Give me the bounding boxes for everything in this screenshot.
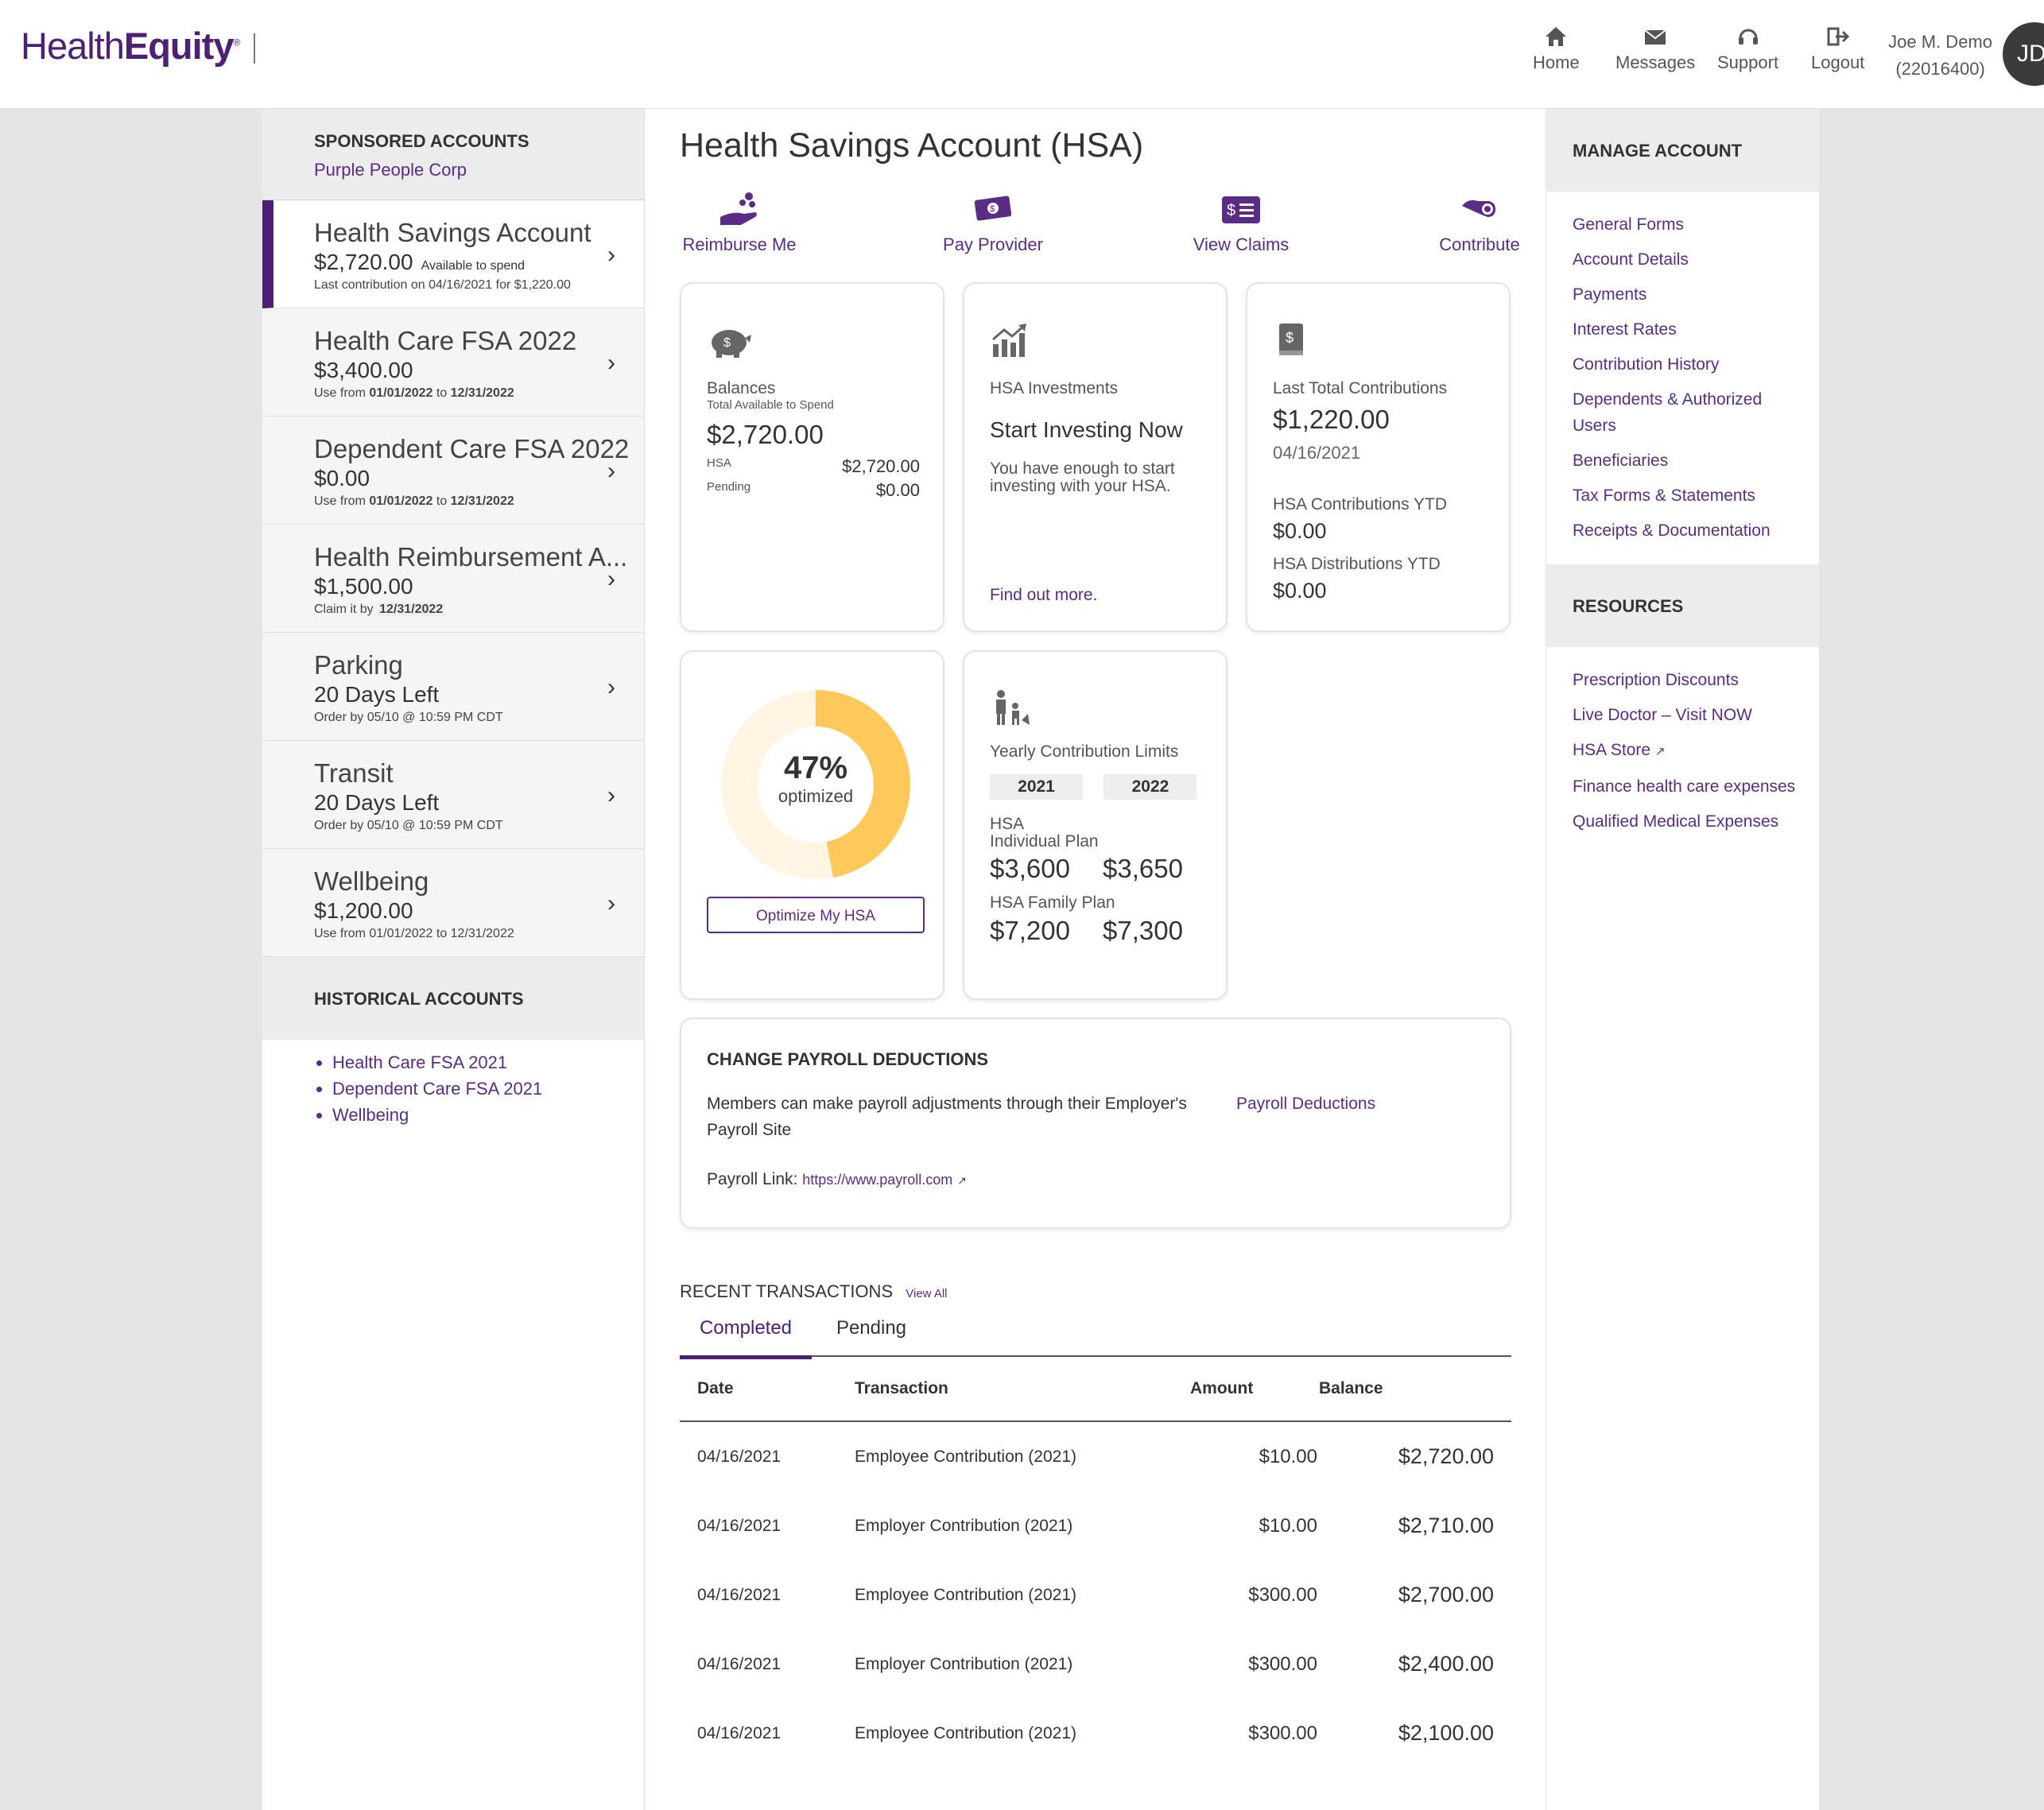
- top-header: HealthEquity® Home Messages Support Logo…: [0, 0, 2044, 109]
- nav-logout[interactable]: Logout: [1811, 25, 1864, 73]
- account-item-hsa[interactable]: Health Savings Account $2,720.00 Availabl…: [262, 200, 644, 308]
- growth-chart-icon: [992, 324, 1026, 357]
- ledger-book-icon: $: [1279, 324, 1303, 355]
- resource-link[interactable]: Finance health care expenses: [1573, 773, 1819, 800]
- optimize-my-hsa-button[interactable]: Optimize My HSA: [707, 897, 925, 933]
- svg-text:$: $: [990, 204, 995, 214]
- external-link-icon: ↗: [1654, 745, 1666, 758]
- svg-text:$: $: [1286, 330, 1293, 346]
- chevron-right-icon: ›: [607, 782, 615, 808]
- account-item-wellbeing[interactable]: Wellbeing $1,200.00 Use from 01/01/2022 …: [262, 849, 644, 957]
- account-item-hcfsa-2022[interactable]: Health Care FSA 2022 $3,400.00 Use from …: [262, 308, 644, 417]
- balances-card[interactable]: $ Balances Total Available to Spend $2,7…: [680, 282, 944, 632]
- nav-messages[interactable]: Messages: [1615, 25, 1695, 73]
- user-info[interactable]: Joe M. Demo (22016400): [1888, 29, 1992, 83]
- claims-icon: $: [1222, 196, 1260, 223]
- resource-links: Prescription Discounts Live Doctor – Vis…: [1546, 647, 1819, 855]
- table-row[interactable]: 04/16/2021 Employee Contribution (2021) …: [680, 1699, 1511, 1768]
- contributions-card[interactable]: $ Last Total Contributions $1,220.00 04/…: [1246, 282, 1511, 632]
- optimized-percent: 47%: [783, 750, 848, 785]
- payroll-url-link[interactable]: https://www.payroll.com: [802, 1172, 952, 1188]
- chevron-right-icon: ›: [607, 350, 615, 376]
- manage-link[interactable]: Payments: [1573, 281, 1819, 308]
- historical-item[interactable]: Health Care FSA 2021: [332, 1049, 644, 1076]
- account-item-hra[interactable]: Health Reimbursement A... $1,500.00 Clai…: [262, 525, 644, 633]
- view-claims-button[interactable]: $ View Claims: [1181, 190, 1301, 255]
- resource-link[interactable]: Qualified Medical Expenses: [1573, 808, 1819, 835]
- chevron-right-icon: ›: [607, 890, 615, 917]
- chevron-right-icon: ›: [607, 242, 615, 268]
- accounts-sidebar: SPONSORED ACCOUNTS Purple People Corp He…: [262, 109, 645, 1810]
- account-item-parking[interactable]: Parking 20 Days Left Order by 05/10 @ 10…: [262, 633, 644, 741]
- manage-link[interactable]: General Forms: [1573, 211, 1819, 238]
- nav-home[interactable]: Home: [1533, 25, 1580, 73]
- chevron-right-icon: ›: [607, 674, 615, 700]
- chevron-right-icon: ›: [607, 458, 615, 484]
- payroll-deductions-card: CHANGE PAYROLL DEDUCTIONS Members can ma…: [680, 1017, 1511, 1229]
- reimburse-icon: [720, 192, 757, 225]
- account-item-dcfsa-2022[interactable]: Dependent Care FSA 2022 $0.00 Use from 0…: [262, 417, 644, 525]
- home-icon: [1546, 27, 1567, 46]
- sponsored-accounts-header: SPONSORED ACCOUNTS Purple People Corp: [262, 109, 644, 200]
- recent-transactions-title: RECENT TRANSACTIONS View All: [680, 1281, 948, 1301]
- year-2021: 2021: [990, 774, 1083, 800]
- view-all-link[interactable]: View All: [906, 1287, 947, 1300]
- logout-icon: [1827, 27, 1849, 46]
- year-2022: 2022: [1103, 774, 1197, 800]
- chevron-right-icon: ›: [607, 566, 615, 592]
- main-content: Health Savings Account (HSA) Reimburse M…: [645, 109, 1546, 1810]
- logo-divider: [254, 33, 255, 64]
- employer-name[interactable]: Purple People Corp: [314, 160, 644, 180]
- nav-support[interactable]: Support: [1717, 25, 1778, 73]
- table-row[interactable]: 04/16/2021 Employer Contribution (2021) …: [680, 1630, 1511, 1699]
- family-icon: [996, 690, 1030, 725]
- manage-account-panel: MANAGE ACCOUNT General Forms Account Det…: [1546, 109, 1819, 1810]
- manage-link[interactable]: Receipts & Documentation: [1573, 517, 1819, 544]
- transactions-tabs: Completed Pending: [680, 1317, 1511, 1359]
- table-row[interactable]: 04/16/2021 Employer Contribution (2021) …: [680, 1491, 1511, 1560]
- transactions-table: Date Transaction Amount Balance 04/16/20…: [680, 1357, 1511, 1768]
- manage-links: General Forms Account Details Payments I…: [1546, 192, 1819, 564]
- contribution-limits-card[interactable]: Yearly Contribution Limits 2021 2022 HSA…: [963, 650, 1228, 1000]
- manage-account-header: MANAGE ACCOUNT: [1546, 109, 1819, 192]
- piggy-bank-icon: $: [712, 330, 751, 358]
- manage-link[interactable]: Beneficiaries: [1573, 448, 1819, 474]
- healthequity-logo[interactable]: HealthEquity®: [21, 24, 255, 68]
- find-out-more-link[interactable]: Find out more.: [990, 586, 1097, 605]
- svg-text:$: $: [1227, 202, 1235, 219]
- tab-pending[interactable]: Pending: [812, 1317, 931, 1355]
- manage-link[interactable]: Contribution History: [1573, 351, 1819, 378]
- optimize-card[interactable]: 47% optimized Optimize My HSA: [680, 650, 944, 1000]
- investments-card[interactable]: HSA Investments Start Investing Now You …: [963, 282, 1228, 632]
- table-row[interactable]: 04/16/2021 Employee Contribution (2021) …: [680, 1560, 1511, 1630]
- reimburse-me-button[interactable]: Reimburse Me: [680, 190, 799, 255]
- resource-link[interactable]: Prescription Discounts: [1573, 667, 1819, 693]
- contribute-button[interactable]: Contribute: [1420, 190, 1539, 255]
- external-link-icon: ↗: [957, 1174, 967, 1187]
- account-item-transit[interactable]: Transit 20 Days Left Order by 05/10 @ 10…: [262, 741, 644, 849]
- contribute-icon: [1462, 200, 1495, 217]
- manage-link[interactable]: Dependents & Authorized Users: [1573, 386, 1795, 439]
- envelope-icon: [1644, 29, 1666, 45]
- avatar[interactable]: JD: [2003, 22, 2044, 86]
- svg-text:$: $: [723, 336, 731, 350]
- resource-link[interactable]: HSA Store ↗: [1573, 737, 1819, 765]
- table-header-row: Date Transaction Amount Balance: [680, 1357, 1511, 1422]
- manage-link[interactable]: Tax Forms & Statements: [1573, 483, 1819, 509]
- resources-header: RESOURCES: [1546, 564, 1819, 647]
- payroll-deductions-link[interactable]: Payroll Deductions: [1236, 1091, 1375, 1117]
- historical-item[interactable]: Wellbeing: [332, 1102, 644, 1128]
- pay-provider-icon: $: [974, 196, 1012, 221]
- manage-link[interactable]: Account Details: [1573, 246, 1819, 273]
- historical-accounts-list: Health Care FSA 2021 Dependent Care FSA …: [262, 1049, 644, 1128]
- table-row[interactable]: 04/16/2021 Employee Contribution (2021) …: [680, 1421, 1511, 1491]
- tab-completed[interactable]: Completed: [680, 1317, 812, 1359]
- page-title: Health Savings Account (HSA): [680, 126, 1144, 165]
- manage-link[interactable]: Interest Rates: [1573, 316, 1819, 343]
- headset-icon: [1738, 29, 1758, 45]
- historical-item[interactable]: Dependent Care FSA 2021: [332, 1076, 644, 1102]
- historical-accounts-header: HISTORICAL ACCOUNTS: [262, 957, 644, 1040]
- resource-link[interactable]: Live Doctor – Visit NOW: [1573, 702, 1819, 728]
- pay-provider-button[interactable]: $ Pay Provider: [933, 190, 1053, 255]
